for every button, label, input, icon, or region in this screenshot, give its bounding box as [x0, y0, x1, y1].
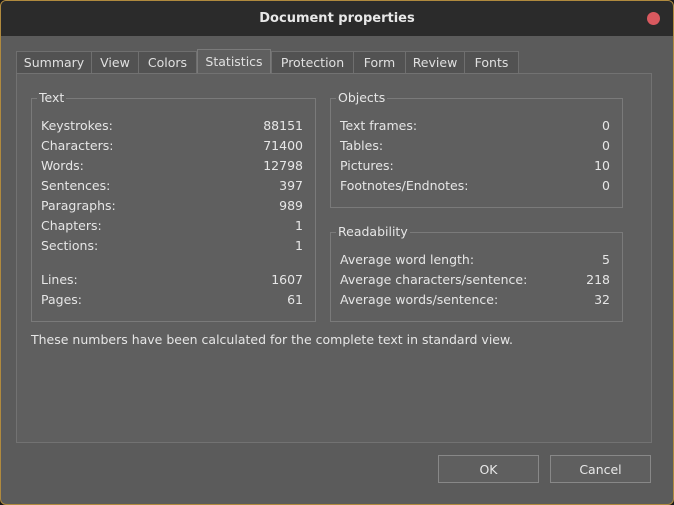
- calculation-note: These numbers have been calculated for t…: [31, 332, 514, 347]
- stat-row-keystrokes: Keystrokes: 88151: [32, 116, 315, 136]
- stat-label: Pictures:: [340, 158, 394, 173]
- tab-protection[interactable]: Protection: [271, 51, 354, 73]
- stat-value: 0: [602, 178, 610, 193]
- stat-value: 0: [602, 118, 610, 133]
- title-bar: Document properties: [1, 1, 673, 36]
- stat-value: 61: [287, 292, 303, 307]
- stat-row-words: Words: 12798: [32, 156, 315, 176]
- stat-row-average-words-sentence: Average words/sentence: 32: [331, 290, 622, 310]
- stat-label: Average word length:: [340, 252, 475, 267]
- stat-label: Sentences:: [41, 178, 111, 193]
- tab-form[interactable]: Form: [353, 51, 406, 73]
- text-group-title: Text: [37, 90, 67, 106]
- text-group: Text Keystrokes: 88151 Characters: 71400…: [31, 90, 316, 322]
- window-title: Document properties: [259, 11, 415, 26]
- document-properties-dialog: Document properties Summary View Colors …: [0, 0, 674, 505]
- stat-value: 71400: [263, 138, 303, 153]
- stat-value: 32: [594, 292, 610, 307]
- stat-label: Sections:: [41, 238, 99, 253]
- stat-label: Footnotes/Endnotes:: [340, 178, 469, 193]
- cancel-button[interactable]: Cancel: [550, 455, 651, 483]
- stat-row-pages: Pages: 61: [32, 290, 315, 310]
- stat-label: Text frames:: [340, 118, 418, 133]
- stat-row-pictures: Pictures: 10: [331, 156, 622, 176]
- stat-value: 218: [586, 272, 610, 287]
- tab-fonts[interactable]: Fonts: [464, 51, 519, 73]
- close-icon[interactable]: [647, 12, 660, 25]
- stat-label: Lines:: [41, 272, 78, 287]
- stat-row-footnotes-endnotes: Footnotes/Endnotes: 0: [331, 176, 622, 196]
- stat-label: Tables:: [340, 138, 384, 153]
- stat-row-tables: Tables: 0: [331, 136, 622, 156]
- tab-statistics[interactable]: Statistics: [197, 49, 271, 74]
- statistics-panel: Text Keystrokes: 88151 Characters: 71400…: [16, 73, 652, 443]
- stat-value: 5: [602, 252, 610, 267]
- stat-row-average-word-length: Average word length: 5: [331, 250, 622, 270]
- stat-value: 1607: [271, 272, 303, 287]
- stat-value: 397: [279, 178, 303, 193]
- readability-group: Readability Average word length: 5 Avera…: [330, 224, 623, 322]
- stat-row-sentences: Sentences: 397: [32, 176, 315, 196]
- tab-view[interactable]: View: [91, 51, 139, 73]
- stat-row-average-characters-sentence: Average characters/sentence: 218: [331, 270, 622, 290]
- stat-label: Paragraphs:: [41, 198, 116, 213]
- stat-label: Pages:: [41, 292, 82, 307]
- stat-row-text-frames: Text frames: 0: [331, 116, 622, 136]
- objects-group: Objects Text frames: 0 Tables: 0 Picture…: [330, 90, 623, 208]
- stat-value: 1: [295, 238, 303, 253]
- tab-summary[interactable]: Summary: [16, 51, 92, 73]
- readability-group-title: Readability: [336, 224, 410, 240]
- stat-row-chapters: Chapters: 1: [32, 216, 315, 236]
- stat-label: Average characters/sentence:: [340, 272, 528, 287]
- objects-group-title: Objects: [336, 90, 388, 106]
- tab-colors[interactable]: Colors: [138, 51, 197, 73]
- stat-label: Average words/sentence:: [340, 292, 499, 307]
- stat-value: 1: [295, 218, 303, 233]
- ok-button[interactable]: OK: [438, 455, 539, 483]
- stat-value: 0: [602, 138, 610, 153]
- stat-row-characters: Characters: 71400: [32, 136, 315, 156]
- stat-label: Words:: [41, 158, 84, 173]
- stat-label: Keystrokes:: [41, 118, 113, 133]
- stat-row-lines: Lines: 1607: [32, 270, 315, 290]
- stat-value: 989: [279, 198, 303, 213]
- tab-review[interactable]: Review: [405, 51, 465, 73]
- stat-label: Chapters:: [41, 218, 102, 233]
- stat-label: Characters:: [41, 138, 114, 153]
- stat-value: 10: [594, 158, 610, 173]
- stat-row-sections: Sections: 1: [32, 236, 315, 256]
- stat-value: 88151: [263, 118, 303, 133]
- stat-row-paragraphs: Paragraphs: 989: [32, 196, 315, 216]
- stat-value: 12798: [263, 158, 303, 173]
